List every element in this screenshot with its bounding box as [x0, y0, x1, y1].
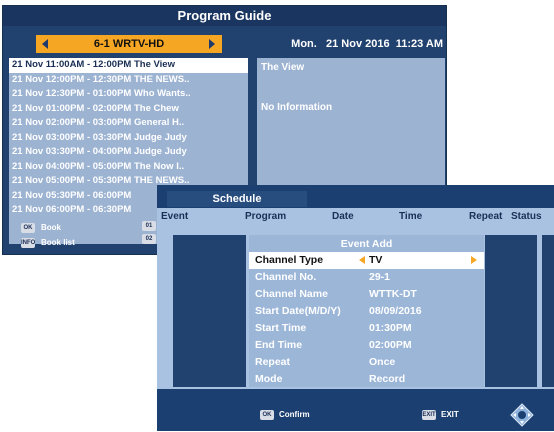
field-value: WTTK-DT [369, 288, 417, 300]
field-label: Start Date(M/D/Y) [255, 305, 341, 317]
program-row[interactable]: 21 Nov 04:00PM - 05:00PM The Now I.. [9, 160, 248, 175]
schedule-window: Schedule Event Program Date Time Repeat … [157, 185, 554, 431]
header-date: Date [332, 211, 354, 222]
program-row[interactable]: 21 Nov 11:00AM - 12:00PM The View [9, 58, 248, 73]
field-value: Once [369, 356, 396, 368]
header-status: Status [511, 211, 542, 222]
field-channel-type[interactable]: Channel Type TV [249, 252, 484, 269]
field-label: Channel No. [255, 271, 317, 283]
info-key-icon: INFO [21, 238, 36, 248]
program-row[interactable]: 21 Nov 12:00PM - 12:30PM THE NEWS.. [9, 73, 248, 88]
schedule-column-dark [173, 235, 246, 387]
header-program: Program [245, 211, 287, 222]
book-list-label: Book list [41, 238, 75, 247]
ok-key-icon: OK [21, 223, 35, 233]
header-time: Time [399, 211, 423, 222]
field-label: Channel Name [255, 288, 328, 300]
current-datetime: Mon. 21 Nov 2016 11:23 AM [291, 38, 443, 50]
field-end-time[interactable]: End Time 02:00PM [249, 337, 484, 354]
field-label: Mode [255, 373, 283, 385]
header-repeat: Repeat [469, 211, 503, 222]
schedule-column-dark [485, 235, 537, 387]
field-value: 08/09/2016 [369, 305, 422, 317]
tab-schedule[interactable]: Schedule [167, 191, 307, 207]
program-row[interactable]: 21 Nov 03:30PM - 04:00PM Judge Judy [9, 145, 248, 160]
channel-name: 6-1 WRTV-HD [93, 38, 165, 50]
exit-label: EXIT [441, 410, 459, 419]
key-01-icon: 01 [142, 221, 156, 231]
field-value: Record [369, 373, 406, 385]
field-label: Repeat [255, 356, 291, 368]
exit-key-icon: EXIT [422, 410, 436, 420]
navigation-pad-icon [510, 403, 534, 427]
channel-next-icon[interactable] [209, 39, 215, 49]
confirm-label: Confirm [279, 410, 310, 419]
field-value: 01:30PM [369, 322, 412, 334]
field-channel-no[interactable]: Channel No. 29-1 [249, 269, 484, 286]
channel-selector[interactable]: 6-1 WRTV-HD [36, 35, 222, 53]
schedule-header: Event Program Date Time Repeat Status [157, 208, 554, 225]
field-value: TV [369, 254, 383, 266]
field-label: Start Time [255, 322, 307, 334]
field-label: End Time [255, 339, 303, 351]
field-mode[interactable]: Mode Record [249, 371, 484, 388]
field-value: 29-1 [369, 271, 391, 283]
key-02-icon: 02 [142, 234, 156, 244]
field-start-date[interactable]: Start Date(M/D/Y) 08/09/2016 [249, 303, 484, 320]
value-next-icon[interactable] [471, 256, 477, 264]
ok-key-icon: OK [260, 410, 274, 420]
book-label: Book [41, 223, 61, 232]
program-row[interactable]: 21 Nov 01:00PM - 02:00PM The Chew [9, 102, 248, 117]
field-value: 02:00PM [369, 339, 412, 351]
field-label: Channel Type [255, 254, 324, 266]
program-row[interactable]: 21 Nov 02:00PM - 03:00PM General H.. [9, 116, 248, 131]
program-row[interactable]: 21 Nov 12:30PM - 01:00PM Who Wants.. [9, 87, 248, 102]
field-repeat[interactable]: Repeat Once [249, 354, 484, 371]
field-start-time[interactable]: Start Time 01:30PM [249, 320, 484, 337]
event-add-title: Event Add [340, 238, 393, 250]
schedule-column-dark [542, 235, 554, 387]
field-channel-name[interactable]: Channel Name WTTK-DT [249, 286, 484, 303]
program-row[interactable]: 21 Nov 03:00PM - 03:30PM Judge Judy [9, 131, 248, 146]
program-guide-title: Program Guide [3, 6, 446, 26]
program-info-description: No Information [261, 102, 333, 113]
event-add-dialog: Event Add Channel Type TV Channel No. 29… [249, 235, 484, 387]
channel-prev-icon[interactable] [42, 39, 48, 49]
program-info-title: The View [261, 62, 305, 73]
value-prev-icon[interactable] [359, 256, 365, 264]
header-event: Event [161, 211, 189, 222]
